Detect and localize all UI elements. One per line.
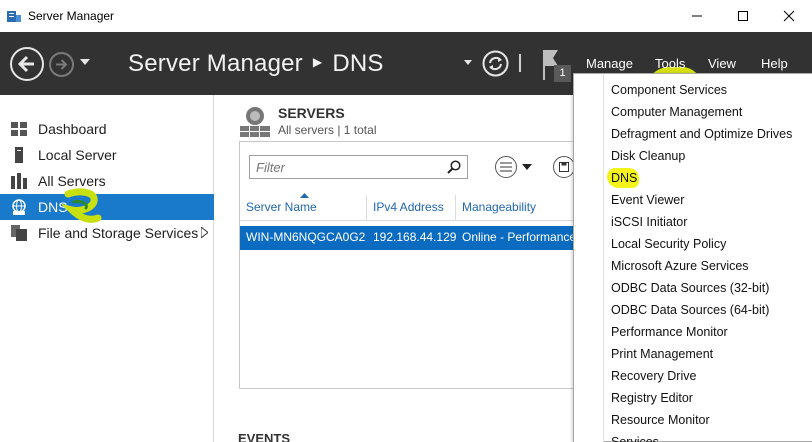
breadcrumb-separator-icon: ▶ — [312, 55, 323, 69]
sidebar-item-label: Local Server — [38, 147, 117, 163]
menu-item-resource-monitor[interactable]: Resource Monitor — [611, 409, 710, 431]
save-icon — [559, 162, 569, 172]
sidebar-item-label: All Servers — [38, 173, 106, 189]
column-header-ipv4[interactable]: IPv4 Address — [367, 195, 456, 221]
servers-subtitle: All servers | 1 total — [278, 123, 377, 137]
close-button[interactable] — [766, 0, 812, 32]
server-manager-icon — [7, 11, 21, 22]
cell-ipv4: 192.168.44.129 — [373, 230, 457, 244]
close-icon — [783, 10, 795, 22]
refresh-button[interactable] — [482, 50, 509, 77]
breadcrumb-current[interactable]: DNS — [332, 50, 383, 77]
filter-box — [249, 155, 468, 179]
sidebar: Dashboard Local Server All Servers DNS F… — [0, 95, 214, 442]
forward-button[interactable] — [49, 52, 74, 77]
dns-highlight-annotation — [62, 188, 102, 223]
breadcrumb: Server Manager ▶ DNS — [128, 50, 384, 78]
maximize-button[interactable] — [720, 0, 766, 32]
chevron-down-icon[interactable] — [522, 164, 532, 171]
search-icon[interactable] — [447, 160, 461, 174]
cell-manageability: Online - Performance — [462, 230, 577, 244]
menu-item-event-viewer[interactable]: Event Viewer — [611, 189, 684, 211]
menu-tools[interactable]: Tools — [655, 56, 685, 71]
menu-item-odbc-64[interactable]: ODBC Data Sources (64-bit) — [611, 299, 769, 321]
sidebar-item-file-storage[interactable]: File and Storage Services — [0, 220, 214, 246]
file-storage-icon — [0, 225, 38, 241]
history-dropdown-icon[interactable] — [80, 59, 90, 66]
notification-count-badge: 1 — [554, 65, 571, 82]
minimize-button[interactable] — [674, 0, 720, 32]
menu-help[interactable]: Help — [761, 56, 788, 71]
list-icon — [500, 162, 512, 172]
menu-item-defragment[interactable]: Defragment and Optimize Drives — [611, 123, 792, 145]
servers-icon — [0, 173, 38, 189]
dashboard-icon — [0, 122, 38, 136]
server-icon — [0, 147, 38, 163]
table-row[interactable]: WIN-MN6NQGCA0G2 192.168.44.129 Online - … — [240, 226, 583, 250]
window-title: Server Manager — [28, 9, 115, 23]
dns-icon — [0, 199, 38, 215]
menu-item-local-security-policy[interactable]: Local Security Policy — [611, 233, 726, 255]
menu-icon-strip — [574, 74, 604, 442]
sort-ascending-icon — [300, 193, 309, 198]
refresh-dropdown-icon[interactable] — [464, 60, 472, 66]
sidebar-item-label: File and Storage Services — [38, 225, 199, 241]
sidebar-item-dns[interactable]: DNS — [0, 194, 214, 220]
menu-item-services[interactable]: Services — [611, 431, 659, 442]
arrow-left-icon — [17, 55, 34, 73]
maximize-icon — [738, 11, 748, 21]
menu-item-odbc-32[interactable]: ODBC Data Sources (32-bit) — [611, 277, 769, 299]
main-content: SERVERS All servers | 1 total Server Nam… — [215, 95, 584, 442]
save-query-button[interactable] — [553, 156, 575, 178]
column-header-manageability[interactable]: Manageability — [456, 195, 586, 221]
refresh-icon — [482, 50, 509, 77]
sidebar-item-dashboard[interactable]: Dashboard — [0, 116, 214, 142]
sidebar-item-all-servers[interactable]: All Servers — [0, 168, 214, 194]
arrow-right-icon — [56, 59, 68, 70]
sidebar-item-label: Dashboard — [38, 121, 107, 137]
column-header-server-name[interactable]: Server Name — [240, 193, 367, 221]
window-titlebar: Server Manager — [0, 0, 812, 32]
toolbar-divider — [519, 54, 521, 72]
servers-panel: Server Name IPv4 Address Manageability W… — [239, 141, 584, 389]
menu-item-registry-editor[interactable]: Registry Editor — [611, 387, 693, 409]
menu-item-print-management[interactable]: Print Management — [611, 343, 713, 365]
menu-item-iscsi-initiator[interactable]: iSCSI Initiator — [611, 211, 687, 233]
sidebar-item-local-server[interactable]: Local Server — [0, 142, 214, 168]
servers-title: SERVERS — [278, 105, 345, 121]
menu-item-recovery-drive[interactable]: Recovery Drive — [611, 365, 696, 387]
tools-dropdown-menu: Component Services Computer Management D… — [573, 73, 812, 442]
menu-item-azure-services[interactable]: Microsoft Azure Services — [611, 255, 749, 277]
menu-item-dns[interactable]: DNS — [611, 167, 637, 189]
menu-item-computer-management[interactable]: Computer Management — [611, 101, 742, 123]
events-title: EVENTS — [238, 431, 291, 442]
servers-tile-icon — [240, 107, 270, 137]
minimize-icon — [692, 15, 702, 17]
cell-server-name: WIN-MN6NQGCA0G2 — [246, 230, 366, 244]
menu-item-disk-cleanup[interactable]: Disk Cleanup — [611, 145, 685, 167]
menu-item-performance-monitor[interactable]: Performance Monitor — [611, 321, 728, 343]
chevron-right-icon[interactable] — [201, 227, 208, 238]
table-header: Server Name IPv4 Address Manageability — [240, 193, 586, 221]
breadcrumb-root[interactable]: Server Manager — [128, 50, 303, 77]
menu-manage[interactable]: Manage — [586, 56, 633, 71]
back-button[interactable] — [10, 47, 44, 81]
menu-view[interactable]: View — [708, 56, 736, 71]
list-options-button[interactable] — [495, 156, 517, 178]
menu-item-component-services[interactable]: Component Services — [611, 79, 727, 101]
filter-input[interactable] — [250, 156, 440, 178]
